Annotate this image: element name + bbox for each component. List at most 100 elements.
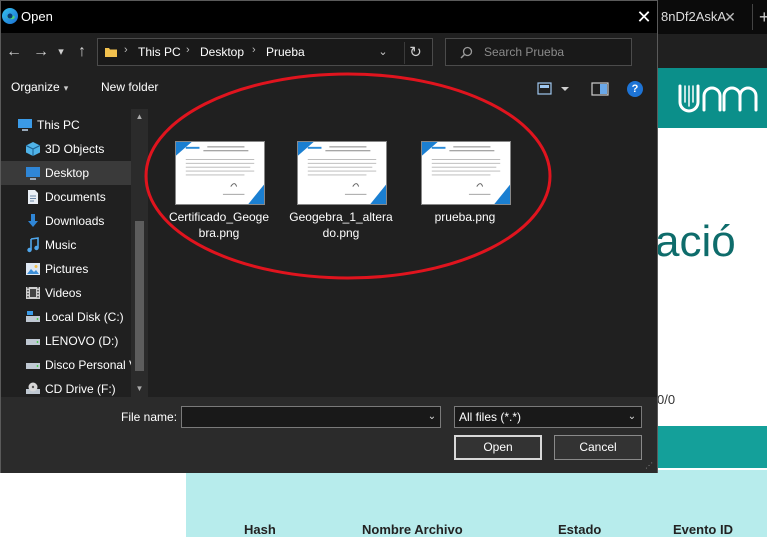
image-thumbnail [297,141,387,205]
breadcrumb-desktop[interactable]: Desktop [200,45,244,59]
file-name-dropdown-icon[interactable]: ⌄ [425,409,439,425]
drive-icon [26,363,40,369]
nav-label: CD Drive (F:) [45,382,116,396]
new-tab-button[interactable]: + [752,4,767,30]
nav-label: Music [45,238,77,252]
search-input[interactable] [484,43,624,61]
cube-icon [25,142,41,156]
image-thumbnail [175,141,265,205]
nav-label: This PC [37,118,80,132]
back-arrow-icon[interactable]: ← [3,41,25,63]
nav-label: 3D Objects [45,142,105,156]
file-type-value: All files (*.*) [459,410,522,424]
new-folder-button[interactable]: New folder [101,80,158,94]
chevron-down-icon: ▾ [63,83,69,93]
change-view-icon[interactable] [537,81,571,97]
pager-text: 0/0 [657,392,676,407]
pictures-icon [26,263,40,275]
up-arrow-icon[interactable]: ↑ [71,41,93,63]
nav-label: Disco Personal V [45,358,138,372]
help-icon[interactable]: ? [627,81,643,97]
breadcrumb-prueba[interactable]: Prueba [266,45,305,59]
document-icon [28,190,38,204]
scroll-up-icon[interactable]: ▲ [133,111,146,123]
nav-label: Pictures [45,262,89,276]
search-icon [460,46,473,59]
file-item[interactable]: prueba.png [413,139,517,249]
file-name: prueba.png [434,210,496,224]
desktop-icon [26,167,40,180]
dialog-footer: File name: ⌄ All files (*.*) ⌄ Open Canc… [1,397,657,473]
chevron-down-icon: ⌄ [627,411,637,422]
nav-label: Desktop [45,166,90,180]
preview-pane-icon[interactable] [591,81,609,97]
dialog-titlebar[interactable]: Open ✕ [1,1,657,33]
nav-scrollbar[interactable]: ▲ ▼ [131,109,148,397]
drive-icon [26,339,40,345]
folder-icon [105,48,117,57]
file-type-select[interactable]: All files (*.*) ⌄ [454,406,642,428]
file-name-label: File name: [121,410,178,424]
breadcrumb-separator: › [252,44,256,56]
file-item[interactable]: Geogebra_1_alterado.png [289,139,393,249]
nav-item-music[interactable]: Music [1,233,133,257]
navigation-row: ← → ▾ ↑ › This PC › Desktop › Prueba ⌄ ↻ [1,33,657,71]
nav-item-local-disk-c[interactable]: Local Disk (C:) [1,305,133,329]
command-bar: Organize ▾ New folder ? [1,73,657,103]
drive-icon [26,311,40,322]
file-name: Geogebra_1_alterado.png [289,210,393,240]
nav-item-disco-personal[interactable]: Disco Personal V [1,353,137,377]
table-header-status: Estado [558,522,602,537]
nav-label: LENOVO (D:) [45,334,119,348]
nav-item-cd-drive-f[interactable]: CD Drive (F:) [1,377,133,397]
file-list: Certificado_Geogebra.png Geogebra_1_alte… [151,109,657,397]
nav-label: Documents [45,190,106,204]
table-header-hash: Hash [244,522,276,537]
file-name: Certificado_Geogebra.png [168,210,270,240]
nav-item-downloads[interactable]: Downloads [1,209,133,233]
resize-grip-icon[interactable]: ⋰ [645,461,655,471]
nav-item-pictures[interactable]: Pictures [1,257,133,281]
forward-arrow-icon[interactable]: → [30,41,52,63]
nav-item-documents[interactable]: Documents [1,185,133,209]
navigation-pane: This PC 3D Objects Desktop Documents Dow… [1,109,149,397]
cd-drive-icon [26,382,40,394]
nav-label: Videos [45,286,82,300]
address-dropdown-icon[interactable]: ⌄ [374,43,392,61]
nav-item-3d-objects[interactable]: 3D Objects [1,137,133,161]
file-name-input[interactable] [181,406,441,428]
breadcrumb-separator: › [124,44,128,56]
file-item[interactable]: Certificado_Geogebra.png [167,139,271,249]
organize-label: Organize [11,80,60,94]
dialog-title: Open [21,9,53,24]
breadcrumb-this-pc[interactable]: This PC [138,45,181,59]
nav-item-lenovo-d[interactable]: LENOVO (D:) [1,329,133,353]
nav-item-this-pc[interactable]: This PC [1,113,133,137]
open-file-dialog: Open ✕ ← → ▾ ↑ › This PC › Desktop › Pru… [0,0,658,473]
scrollbar-thumb[interactable] [135,221,144,371]
close-icon[interactable]: ✕ [631,4,657,30]
open-button[interactable]: Open [454,435,542,460]
refresh-icon[interactable]: ↻ [404,42,426,64]
recent-locations-chevron-icon[interactable]: ▾ [53,41,69,63]
browser-tab[interactable]: 8nDf2AskA [655,4,753,30]
nav-label: Downloads [45,214,105,228]
computer-icon [18,119,32,131]
site-logo [678,84,758,113]
address-bar[interactable]: › This PC › Desktop › Prueba ⌄ ↻ [97,38,433,66]
scroll-down-icon[interactable]: ▼ [133,383,146,395]
video-icon [26,287,40,299]
edge-browser-icon [2,8,18,24]
download-icon [28,214,38,227]
organize-button[interactable]: Organize ▾ [11,80,68,94]
nav-item-videos[interactable]: Videos [1,281,133,305]
music-icon [27,237,39,253]
page-heading-fragment: ació [655,217,736,266]
cancel-button[interactable]: Cancel [554,435,642,460]
table-header-event-id: Evento ID [673,522,733,537]
nav-label: Local Disk (C:) [45,310,124,324]
nav-item-desktop[interactable]: Desktop [1,161,133,185]
tab-close-icon[interactable]: ✕ [722,4,738,30]
search-box[interactable] [445,38,632,66]
image-thumbnail [421,141,511,205]
